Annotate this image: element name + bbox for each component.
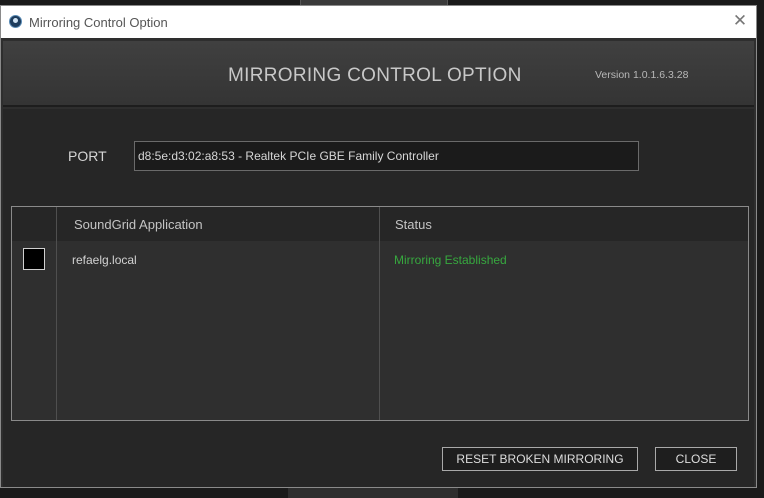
background-app-panel bbox=[288, 488, 458, 498]
column-divider bbox=[56, 207, 57, 420]
window-title: Mirroring Control Option bbox=[29, 15, 168, 30]
row-checkbox[interactable] bbox=[23, 248, 45, 270]
application-table: SoundGrid Application Status refaelg.loc… bbox=[11, 206, 749, 421]
column-header-application: SoundGrid Application bbox=[74, 217, 203, 232]
soundgrid-app-icon bbox=[9, 15, 22, 28]
version-label: Version 1.0.1.6.3.28 bbox=[595, 69, 689, 81]
table-row[interactable]: refaelg.local Mirroring Established bbox=[12, 241, 748, 279]
reset-broken-mirroring-button[interactable]: RESET BROKEN MIRRORING bbox=[442, 447, 638, 471]
application-name: refaelg.local bbox=[72, 253, 137, 267]
close-button[interactable]: CLOSE bbox=[655, 447, 737, 471]
mirroring-dialog: Mirroring Control Option ✕ MIRRORING CON… bbox=[0, 5, 757, 488]
port-label: PORT bbox=[68, 148, 107, 164]
window-titlebar: Mirroring Control Option ✕ bbox=[1, 6, 756, 38]
close-icon[interactable]: ✕ bbox=[730, 11, 750, 31]
mirroring-status: Mirroring Established bbox=[394, 253, 507, 267]
table-header: SoundGrid Application Status bbox=[12, 207, 748, 241]
port-select[interactable]: d8:5e:d3:02:a8:53 - Realtek PCIe GBE Fam… bbox=[134, 141, 639, 171]
header-title: MIRRORING CONTROL OPTION bbox=[228, 65, 522, 86]
column-divider bbox=[379, 207, 380, 420]
dialog-header: MIRRORING CONTROL OPTION Version 1.0.1.6… bbox=[3, 41, 754, 107]
dialog-content: PORT d8:5e:d3:02:a8:53 - Realtek PCIe GB… bbox=[3, 109, 754, 487]
column-header-status: Status bbox=[395, 217, 432, 232]
